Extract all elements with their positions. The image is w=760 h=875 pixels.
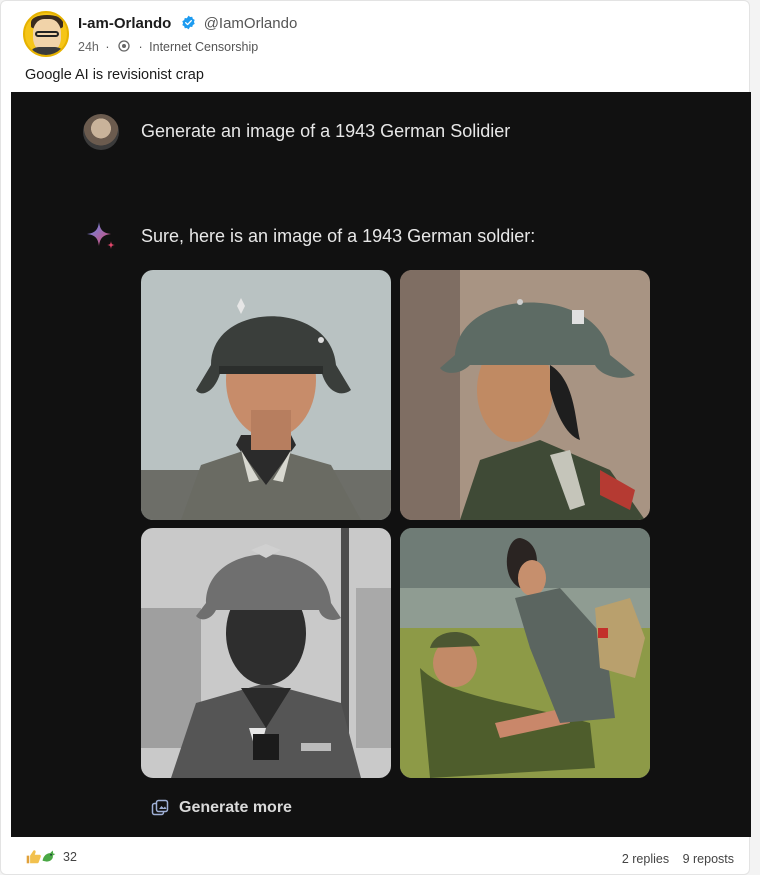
generate-more-button[interactable]: Generate more xyxy=(151,796,292,820)
post-footer: 32 2 replies 9 reposts xyxy=(1,846,749,874)
post-header: I-am-Orlando @IamOrlando 24h · · Interne… xyxy=(23,11,739,61)
prompt-text: Generate an image of a 1943 German Solid… xyxy=(141,121,511,141)
sparkle-icon xyxy=(87,222,115,249)
post-timestamp[interactable]: 24h xyxy=(78,40,99,54)
reposts-count[interactable]: 9 reposts xyxy=(683,852,734,866)
post-text: Google AI is revisionist crap xyxy=(25,67,204,83)
author-avatar[interactable] xyxy=(23,11,69,57)
embedded-screenshot[interactable]: Generate an image of a 1943 German Solid… xyxy=(11,92,751,837)
author-handle[interactable]: @IamOrlando xyxy=(204,15,298,32)
dragon-icon xyxy=(42,850,56,862)
generate-more-icon xyxy=(151,799,169,816)
author-display-name[interactable]: I-am-Orlando xyxy=(78,15,171,32)
generated-image-3[interactable] xyxy=(141,528,391,778)
verified-icon xyxy=(181,15,195,30)
reaction-count: 32 xyxy=(63,849,77,864)
replies-count[interactable]: 2 replies xyxy=(622,852,669,866)
post-card: I-am-Orlando @IamOrlando 24h · · Interne… xyxy=(0,0,751,875)
generated-image-2[interactable] xyxy=(400,270,650,520)
community-icon xyxy=(118,40,130,52)
post-community[interactable]: Internet Censorship xyxy=(149,40,258,54)
reactions[interactable]: 32 xyxy=(25,848,77,865)
post-stats: 2 replies 9 reposts xyxy=(622,852,734,866)
generate-more-label: Generate more xyxy=(179,799,292,816)
ai-reply-text: Sure, here is an image of a 1943 German … xyxy=(141,226,536,246)
author-line: I-am-Orlando @IamOrlando xyxy=(78,15,297,32)
generated-image-1[interactable] xyxy=(141,270,391,520)
prompt-user-avatar xyxy=(83,114,119,150)
generated-image-4[interactable] xyxy=(400,528,650,778)
post-meta: 24h · · Internet Censorship xyxy=(78,40,259,54)
